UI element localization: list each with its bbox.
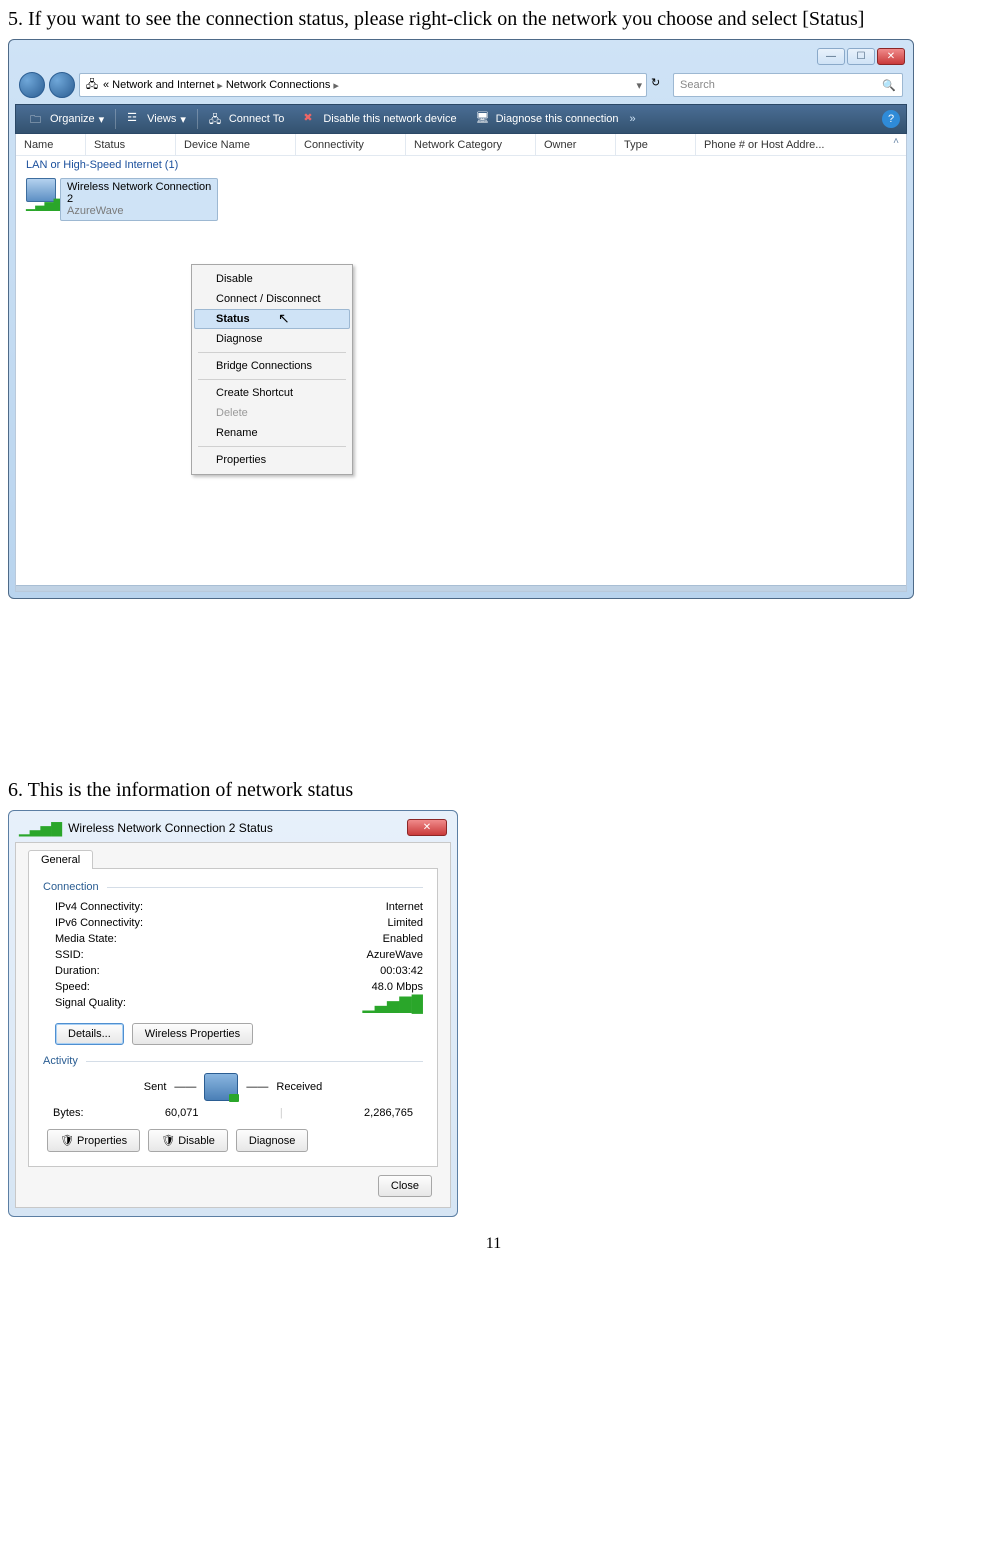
maximize-button[interactable]: ☐ xyxy=(847,48,875,65)
ctx-status[interactable]: Status xyxy=(194,309,350,329)
duration-label: Duration: xyxy=(55,965,100,977)
signal-bars-icon: ▁▃▅▇█ xyxy=(362,997,423,1013)
breadcrumb-leaf[interactable]: Network Connections xyxy=(226,79,331,91)
group-connection: Connection xyxy=(43,881,99,893)
close-button[interactable]: ✕ xyxy=(877,48,905,65)
details-button[interactable]: Details... xyxy=(55,1023,124,1045)
bytes-received: 2,286,765 xyxy=(364,1107,413,1119)
diagnose-icon: 🖥 xyxy=(476,111,492,127)
col-name: Name xyxy=(16,134,86,155)
ipv4-value: Internet xyxy=(386,901,423,913)
search-placeholder: Search xyxy=(680,79,715,91)
tab-general[interactable]: General xyxy=(28,850,93,869)
organize-icon: 🗀 xyxy=(30,111,46,127)
ctx-properties[interactable]: Properties xyxy=(194,450,350,470)
dropdown-icon[interactable]: ▾ xyxy=(636,79,642,92)
ssid-label: SSID: xyxy=(55,949,84,961)
speed-label: Speed: xyxy=(55,981,90,993)
activity-icon xyxy=(204,1073,238,1101)
bytes-sent: 60,071 xyxy=(165,1107,199,1119)
forward-button[interactable] xyxy=(49,72,75,98)
network-item-selected[interactable]: Wireless Network Connection 2 AzureWave xyxy=(60,178,218,221)
connect-icon: 🖧 xyxy=(209,111,225,127)
col-type: Type xyxy=(616,134,696,155)
signal-icon: ▁▃▅▇ xyxy=(19,821,62,835)
adapter-icon: ▁▃▅▇ xyxy=(26,178,60,210)
ctx-connect[interactable]: Connect / Disconnect xyxy=(194,289,350,309)
signal-label: Signal Quality: xyxy=(55,997,126,1013)
diagnose-button[interactable]: 🖥Diagnose this connection xyxy=(468,107,627,131)
ipv6-label: IPv6 Connectivity: xyxy=(55,917,143,929)
group-header[interactable]: LAN or High-Speed Internet (1) xyxy=(16,156,906,174)
ctx-shortcut[interactable]: Create Shortcut xyxy=(194,383,350,403)
connect-to-button[interactable]: 🖧Connect To xyxy=(201,107,292,131)
help-button[interactable]: ? xyxy=(882,110,900,128)
ipv6-value: Limited xyxy=(388,917,423,929)
duration-value: 00:03:42 xyxy=(380,965,423,977)
ctx-diagnose[interactable]: Diagnose xyxy=(194,329,350,349)
wireless-properties-button[interactable]: Wireless Properties xyxy=(132,1023,253,1045)
page-number: 11 xyxy=(8,1235,979,1253)
chevron-right-icon: ▸ xyxy=(333,79,339,92)
speed-value: 48.0 Mbps xyxy=(372,981,423,993)
breadcrumb[interactable]: 🖧 « Network and Internet ▸ Network Conne… xyxy=(79,73,647,97)
close-button[interactable]: Close xyxy=(378,1175,432,1197)
network-connections-window: — ☐ ✕ 🖧 « Network and Internet ▸ Network… xyxy=(8,39,914,599)
received-label: Received xyxy=(276,1081,322,1093)
col-owner: Owner xyxy=(536,134,616,155)
refresh-button[interactable]: ↻ xyxy=(651,76,669,94)
dialog-title: Wireless Network Connection 2 Status xyxy=(68,821,401,835)
disable-device-button[interactable]: ✖Disable this network device xyxy=(295,107,464,131)
minimize-button[interactable]: — xyxy=(817,48,845,65)
sent-label: Sent xyxy=(144,1081,167,1093)
back-button[interactable] xyxy=(19,72,45,98)
col-phone: Phone # or Host Addre... xyxy=(696,134,906,155)
properties-button[interactable]: 🛡 Properties xyxy=(47,1129,140,1152)
bytes-label: Bytes: xyxy=(53,1107,84,1119)
disable-button[interactable]: 🛡 Disable xyxy=(148,1129,228,1152)
chevron-right-icon: ▸ xyxy=(217,79,223,92)
media-label: Media State: xyxy=(55,933,117,945)
views-button[interactable]: ☲Views ▾ xyxy=(119,107,194,131)
ctx-delete: Delete xyxy=(194,403,350,423)
instruction-step-5: 5. If you want to see the connection sta… xyxy=(8,8,979,31)
command-bar: 🗀Organize ▾ ☲Views ▾ 🖧Connect To ✖Disabl… xyxy=(15,104,907,134)
scroll-up-icon[interactable]: ˄ xyxy=(888,136,904,152)
context-menu: Disable Connect / Disconnect Status Diag… xyxy=(191,264,353,475)
col-category: Network Category xyxy=(406,134,536,155)
group-activity: Activity xyxy=(43,1055,78,1067)
status-dialog: ▁▃▅▇ Wireless Network Connection 2 Statu… xyxy=(8,810,458,1217)
ipv4-label: IPv4 Connectivity: xyxy=(55,901,143,913)
col-connectivity: Connectivity xyxy=(296,134,406,155)
network-icon: 🖧 xyxy=(84,77,100,93)
details-pane xyxy=(16,585,906,591)
dialog-close-x[interactable]: ✕ xyxy=(407,819,447,836)
views-icon: ☲ xyxy=(127,111,143,127)
media-value: Enabled xyxy=(383,933,423,945)
column-headers[interactable]: Name Status Device Name Connectivity Net… xyxy=(16,134,906,156)
ctx-disable[interactable]: Disable xyxy=(194,269,350,289)
organize-button[interactable]: 🗀Organize ▾ xyxy=(22,107,112,131)
search-input[interactable]: Search 🔍 xyxy=(673,73,903,97)
diagnose-button[interactable]: Diagnose xyxy=(236,1129,308,1152)
ssid-value: AzureWave xyxy=(367,949,423,961)
breadcrumb-root[interactable]: « Network and Internet xyxy=(103,79,214,91)
col-status: Status xyxy=(86,134,176,155)
cursor-icon: ↖ xyxy=(278,310,290,327)
instruction-step-6: 6. This is the information of network st… xyxy=(8,779,979,802)
search-icon: 🔍 xyxy=(882,79,896,92)
ctx-rename[interactable]: Rename xyxy=(194,423,350,443)
ctx-bridge[interactable]: Bridge Connections xyxy=(194,356,350,376)
disable-icon: ✖ xyxy=(303,111,319,127)
col-device: Device Name xyxy=(176,134,296,155)
